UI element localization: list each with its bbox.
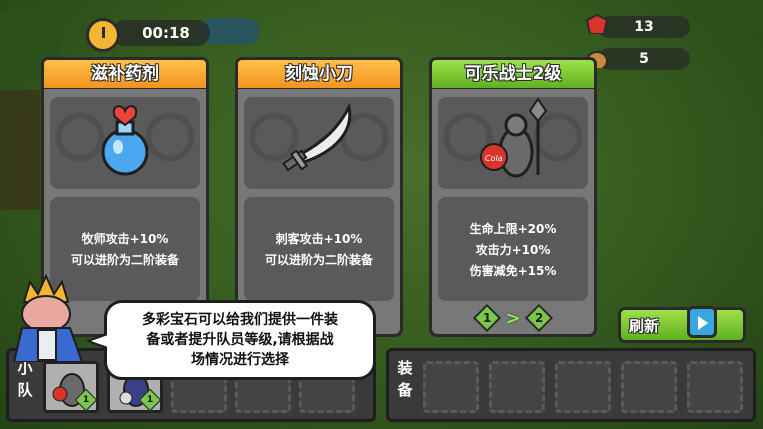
item-description: 生命上限+20% 攻击力+10% 伤害减免+15% [438, 197, 588, 301]
video-ad-icon [687, 306, 717, 338]
level-from-badge: 1 [473, 303, 502, 333]
arrow-right-icon: > [505, 307, 521, 329]
potion-icon [101, 105, 149, 176]
empty-equipment-slot[interactable] [621, 361, 677, 413]
card-title: 刻蚀小刀 [235, 57, 403, 91]
card-title: 滋补药剂 [41, 57, 209, 91]
empty-equipment-slot[interactable] [555, 361, 611, 413]
svg-text:Cola: Cola [485, 154, 503, 163]
advisor-speech-bubble: 多彩宝石可以给我们提供一件装 备或者提升队员等级,请根据战 场情况进行选择 [104, 300, 376, 380]
equipment-bar: 装备 [386, 348, 756, 422]
knife-icon [282, 102, 352, 172]
empty-equipment-slot[interactable] [489, 361, 545, 413]
item-image-panel [50, 97, 200, 189]
potion-counter: 5 [598, 48, 690, 70]
card-title: 可乐战士2级 [429, 57, 597, 91]
gem-counter: 13 [598, 16, 690, 38]
level-upgrade-indicator: 1 > 2 [432, 303, 594, 333]
equipment-label: 装备 [397, 359, 413, 399]
level-to-badge: 2 [524, 303, 553, 333]
reward-card-knife[interactable]: 刻蚀小刀 刺客攻击+10% 可以进阶为二阶装备 [235, 57, 403, 337]
reward-card-cola-warrior[interactable]: 可乐战士2级 Cola 生命上限+20% 攻击力+10% 伤害减免+15% 1 … [429, 57, 597, 337]
team-label: 小队 [17, 359, 33, 399]
item-image-panel: Cola [438, 97, 588, 189]
cola-warrior-icon: Cola [480, 97, 548, 178]
refresh-button[interactable]: 刷新 [618, 306, 746, 343]
demon-gem-icon [585, 13, 608, 34]
item-image-panel [244, 97, 394, 189]
empty-equipment-slot[interactable] [423, 361, 479, 413]
empty-equipment-slot[interactable] [687, 361, 743, 413]
timer-display: 00:18 [112, 20, 210, 46]
team-slot[interactable]: 1 [43, 361, 99, 413]
stopwatch-icon [86, 18, 120, 52]
item-description: 刺客攻击+10% 可以进阶为二阶装备 [244, 197, 394, 301]
